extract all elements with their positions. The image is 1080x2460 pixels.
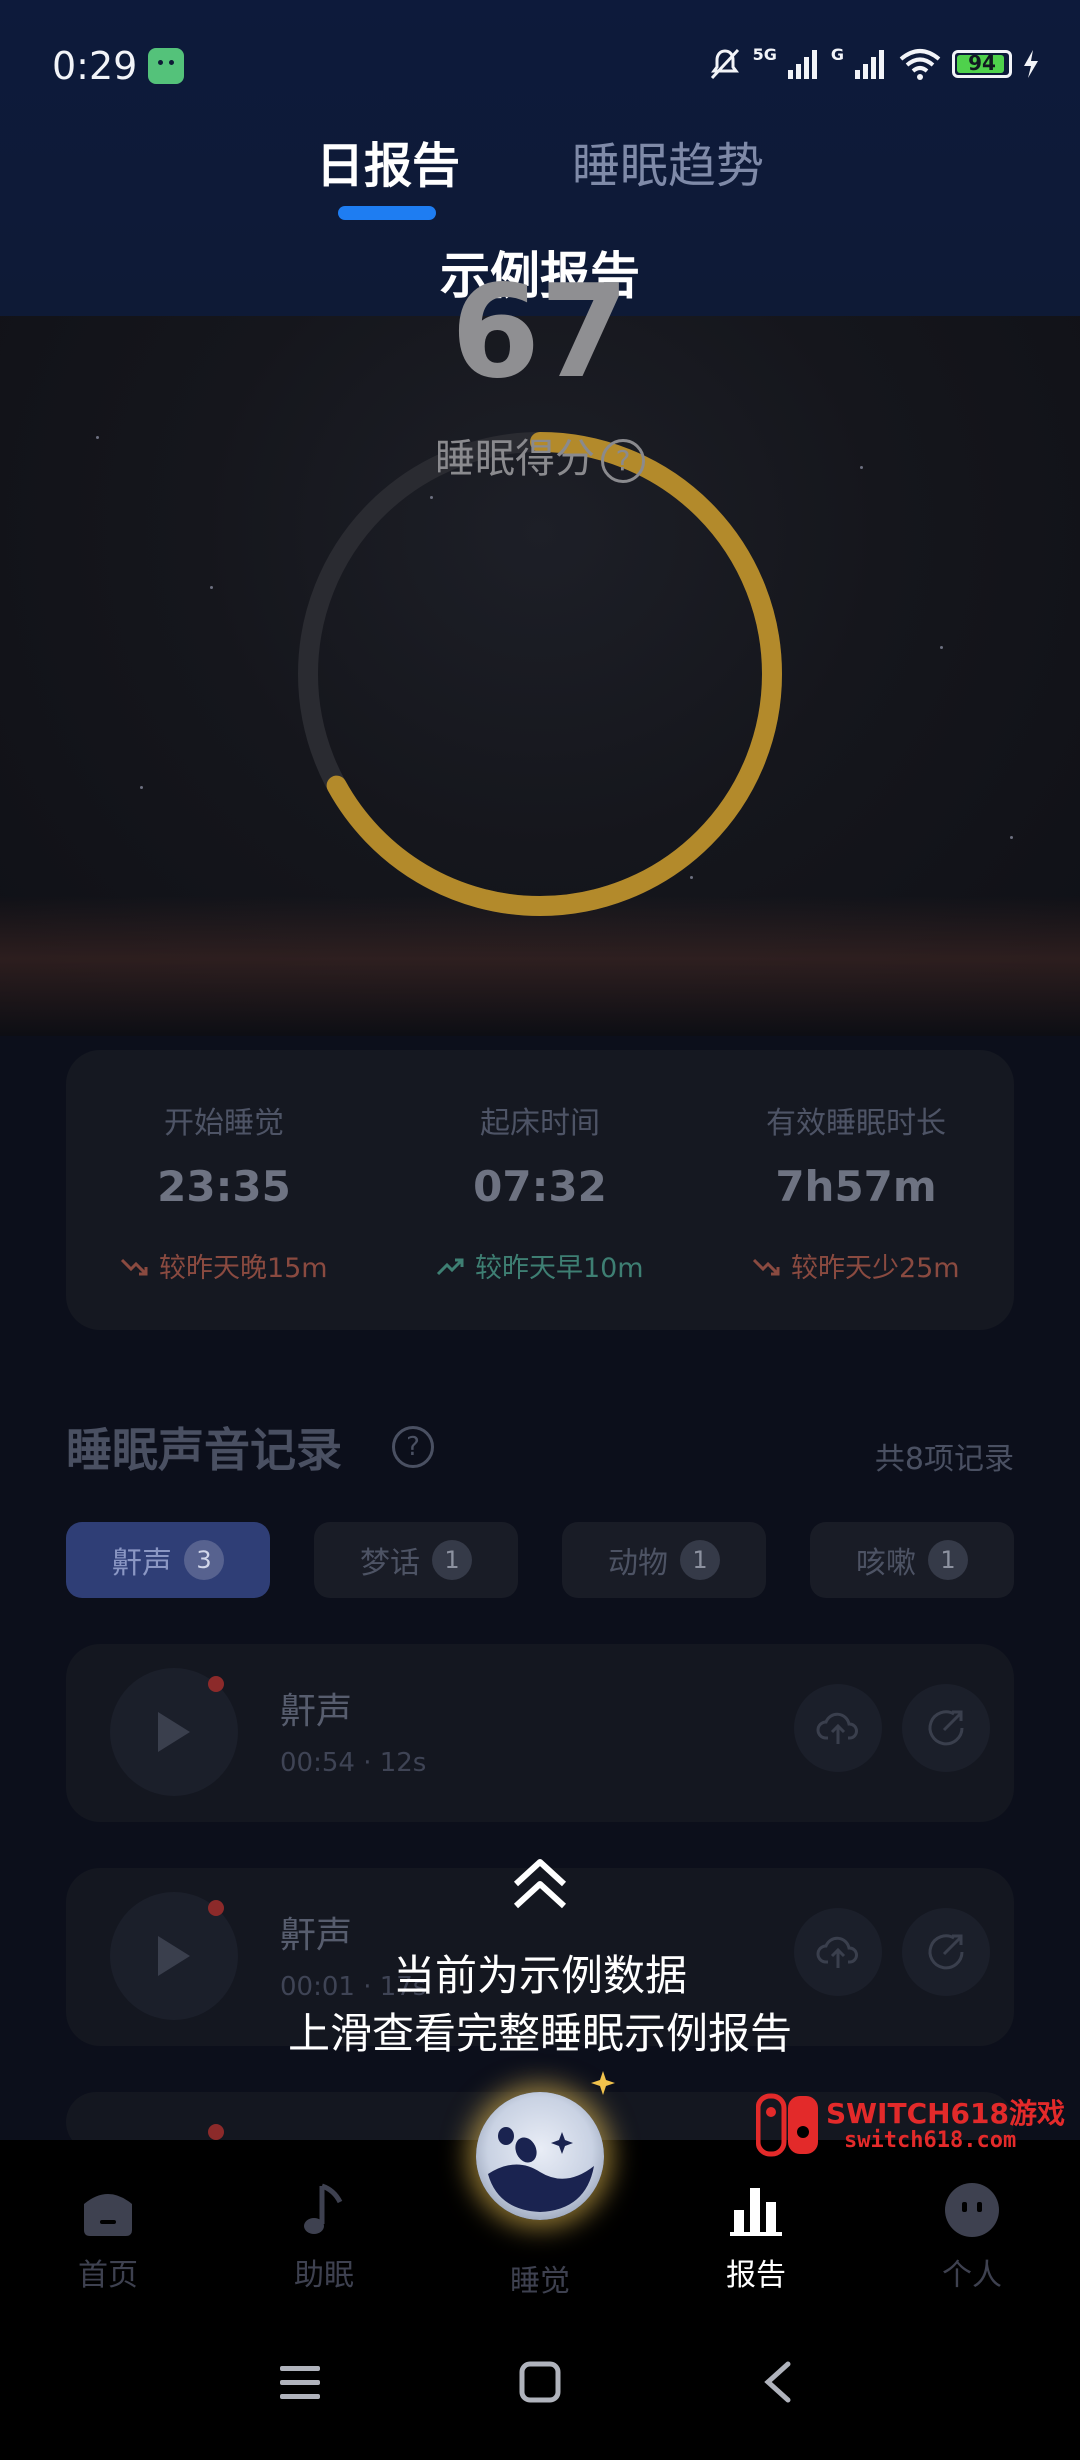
chip-count-badge: 1 xyxy=(928,1540,968,1580)
network-type-2: G xyxy=(830,44,844,64)
charging-bolt-icon xyxy=(1024,50,1038,78)
trend-down-icon xyxy=(753,1258,780,1276)
wifi-icon xyxy=(899,49,941,80)
share-button[interactable] xyxy=(902,1684,990,1772)
battery-icon: 94 xyxy=(952,50,1012,78)
sleep-score-label: 睡眠得分 xyxy=(435,436,595,482)
battery-level: 94 xyxy=(968,51,996,75)
stat-title: 起床时间 xyxy=(480,1106,600,1141)
tab-sleep-trend[interactable]: 睡眠趋势 xyxy=(572,126,764,196)
record-meta: 00:54 · 12s xyxy=(280,1748,427,1778)
bar-chart-icon xyxy=(730,2188,782,2236)
switch-logo-icon xyxy=(756,2093,818,2157)
music-note-icon xyxy=(304,2183,343,2234)
stat-title: 开始睡觉 xyxy=(164,1106,284,1141)
status-time: 0:29 xyxy=(52,44,138,88)
tab-active-indicator xyxy=(338,206,436,220)
signal-icon-2 xyxy=(855,50,884,79)
stat-delta: 较昨天晚15m xyxy=(66,1246,382,1285)
nav-report[interactable]: 报告 xyxy=(686,2180,826,2294)
mute-bell-icon xyxy=(710,48,739,80)
watermark-text: SWITCH618游戏 xyxy=(826,2097,1065,2130)
score-hero xyxy=(0,316,1080,1036)
chip-count-badge: 1 xyxy=(432,1540,472,1580)
record-name: 鼾声 xyxy=(280,1691,353,1732)
nav-profile[interactable]: 个人 xyxy=(902,2180,1042,2294)
sleep-stats-card: 开始睡觉 23:35 较昨天晚15m 起床时间 07:32 较昨天早10m 有效… xyxy=(66,1050,1014,1330)
sleep-score-label-row: 睡眠得分? xyxy=(0,426,1080,484)
tab-daily-report[interactable]: 日报告 xyxy=(316,126,460,196)
menu-icon[interactable] xyxy=(278,2362,322,2402)
stat-value: 23:35 xyxy=(157,1162,291,1211)
chip-animal[interactable]: 动物 1 xyxy=(562,1522,766,1598)
chip-count-badge: 1 xyxy=(680,1540,720,1580)
records-count[interactable]: 共8项记录 xyxy=(875,1434,1014,1478)
profile-face-icon xyxy=(945,2183,999,2237)
nav-sleep-aid[interactable]: 助眠 xyxy=(254,2180,394,2294)
nav-sleep-label: 睡觉 xyxy=(510,2264,570,2299)
sleep-start-button[interactable] xyxy=(476,2092,604,2220)
sample-data-notice: 当前为示例数据 xyxy=(392,1951,687,2000)
chip-count-badge: 3 xyxy=(184,1540,224,1580)
network-type: 5G xyxy=(752,44,777,64)
stat-title: 有效睡眠时长 xyxy=(766,1106,946,1141)
stat-delta: 较昨天早10m xyxy=(382,1246,698,1285)
panda-moon-icon xyxy=(488,2127,594,2212)
unread-dot xyxy=(208,2124,224,2140)
record-item: 鼾声 00:54 · 12s xyxy=(66,1644,1014,1822)
system-nav-bar xyxy=(0,2310,1080,2460)
status-icons: 5G G 94 xyxy=(707,44,1040,84)
signal-icon xyxy=(787,50,817,79)
sleep-score-value: 67 xyxy=(450,258,630,407)
swipe-up-icon xyxy=(513,1859,567,1909)
swipe-up-hint: 上滑查看完整睡眠示例报告 xyxy=(287,2009,792,2058)
share-icon xyxy=(928,1710,964,1746)
watermark: SWITCH618游戏 switch618.com xyxy=(756,2090,1066,2160)
stat-value: 07:32 xyxy=(473,1162,607,1211)
home-icon xyxy=(84,2194,132,2236)
unread-dot xyxy=(208,1900,224,1916)
home-square-icon[interactable] xyxy=(518,2360,562,2404)
nav-home[interactable]: 首页 xyxy=(38,2180,178,2294)
trend-up-icon xyxy=(437,1258,464,1276)
app-screen: 0:29 5G G 94 日报告 睡眠趋势 示例报告 67 睡眠得分 ? 开始睡… xyxy=(0,0,1080,2460)
records-help-icon[interactable]: ? xyxy=(392,1426,434,1468)
trend-down-icon xyxy=(121,1258,148,1276)
play-icon xyxy=(158,1712,190,1752)
score-ring xyxy=(298,432,782,916)
records-title: 睡眠声音记录 xyxy=(66,1423,342,1477)
score-help-icon[interactable]: ? xyxy=(601,439,645,483)
watermark-url: switch618.com xyxy=(844,2128,1017,2153)
chip-sleep-talk[interactable]: 梦话 1 xyxy=(314,1522,518,1598)
chip-snore[interactable]: 鼾声 3 xyxy=(66,1522,270,1598)
chip-cough[interactable]: 咳嗽 1 xyxy=(810,1522,1014,1598)
upload-button[interactable] xyxy=(794,1684,882,1772)
stat-delta: 较昨天少25m xyxy=(698,1246,1014,1285)
unread-dot xyxy=(208,1676,224,1692)
record-filter-chips: 鼾声 3 梦话 1 动物 1 咳嗽 1 xyxy=(66,1522,1014,1602)
back-icon[interactable] xyxy=(760,2360,796,2404)
sparkle-icon xyxy=(591,2071,615,2095)
android-notification-icon xyxy=(148,48,184,84)
cloud-upload-icon xyxy=(816,1712,858,1744)
stat-value: 7h57m xyxy=(775,1162,937,1211)
